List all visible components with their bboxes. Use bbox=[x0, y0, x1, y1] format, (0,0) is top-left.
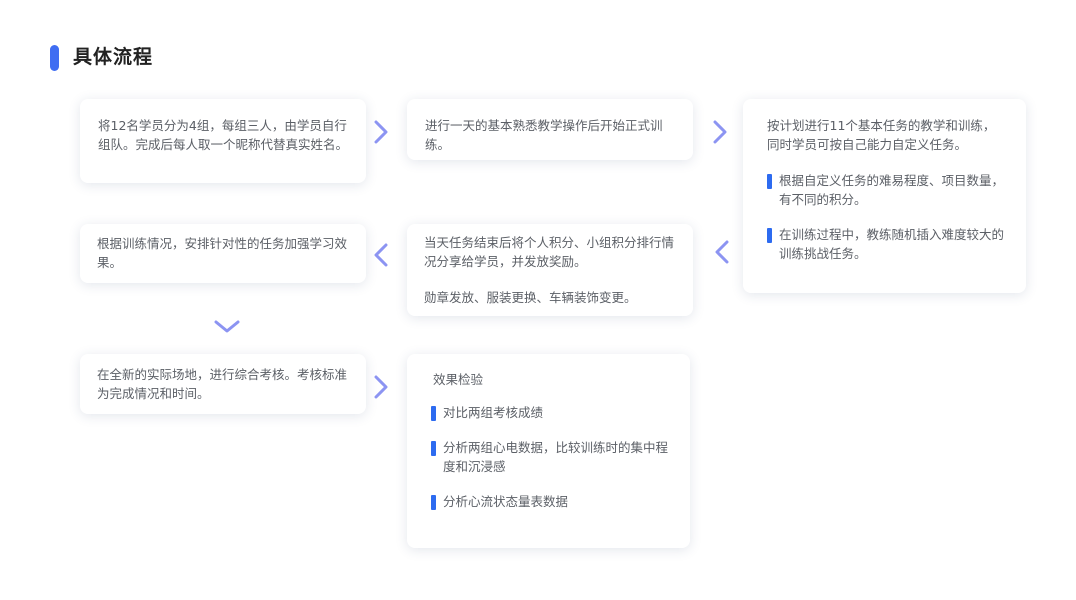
bullet-item: 对比两组考核成绩 bbox=[431, 403, 670, 422]
bullet-marker-icon bbox=[431, 406, 436, 421]
chevron-right-icon bbox=[712, 120, 728, 144]
step-card-targeted-tasks: 根据训练情况，安排针对性的任务加强学习效果。 bbox=[80, 224, 366, 283]
chevron-right-icon bbox=[373, 375, 389, 399]
page-title: 具体流程 bbox=[73, 46, 154, 68]
step-card-text: 当天任务结束后将个人积分、小组积分排行情况分享给学员，并发放奖励。 bbox=[424, 235, 675, 269]
bullet-marker-icon bbox=[767, 174, 772, 189]
step-card-training-tasks: 按计划进行11个基本任务的教学和训练，同时学员可按自己能力自定义任务。 根据自定… bbox=[743, 99, 1026, 293]
bullet-text: 分析两组心电数据，比较训练时的集中程度和沉浸感 bbox=[443, 440, 669, 474]
step-card-assessment: 在全新的实际场地，进行综合考核。考核标准为完成情况和时间。 bbox=[80, 354, 366, 414]
bullet-text: 对比两组考核成绩 bbox=[443, 405, 544, 420]
chevron-left-icon bbox=[714, 240, 730, 264]
step-card-text: 根据训练情况，安排针对性的任务加强学习效果。 bbox=[97, 236, 348, 270]
step-card-familiarization: 进行一天的基本熟悉教学操作后开始正式训练。 bbox=[407, 99, 693, 160]
step-card-text: 将12名学员分为4组，每组三人，由学员自行组队。完成后每人取一个昵称代替真实姓名… bbox=[98, 118, 349, 152]
bullet-text: 分析心流状态量表数据 bbox=[443, 494, 569, 509]
bullet-marker-icon bbox=[767, 228, 772, 243]
step-card-text: 进行一天的基本熟悉教学操作后开始正式训练。 bbox=[425, 118, 663, 152]
bullet-text: 在训练过程中，教练随机插入难度较大的训练挑战任务。 bbox=[779, 227, 1005, 261]
chevron-left-icon bbox=[373, 243, 389, 267]
bullet-marker-icon bbox=[431, 441, 436, 456]
bullet-item: 分析心流状态量表数据 bbox=[431, 492, 670, 511]
step-card-note: 勋章发放、服装更换、车辆装饰变更。 bbox=[424, 290, 637, 305]
bullet-text: 根据自定义任务的难易程度、项目数量，有不同的积分。 bbox=[779, 173, 1005, 207]
step-card-evaluation: 效果检验 对比两组考核成绩 分析两组心电数据，比较训练时的集中程度和沉浸感 分析… bbox=[407, 354, 690, 548]
bullet-item: 在训练过程中，教练随机插入难度较大的训练挑战任务。 bbox=[767, 225, 1006, 263]
step-card-grouping: 将12名学员分为4组，每组三人，由学员自行组队。完成后每人取一个昵称代替真实姓名… bbox=[80, 99, 366, 183]
bullet-item: 分析两组心电数据，比较训练时的集中程度和沉浸感 bbox=[431, 438, 670, 476]
chevron-down-icon bbox=[213, 319, 241, 335]
chevron-right-icon bbox=[373, 120, 389, 144]
bullet-item: 根据自定义任务的难易程度、项目数量，有不同的积分。 bbox=[767, 171, 1006, 209]
step-card-rewards: 当天任务结束后将个人积分、小组积分排行情况分享给学员，并发放奖励。 勋章发放、服… bbox=[407, 224, 693, 316]
step-card-intro: 按计划进行11个基本任务的教学和训练，同时学员可按自己能力自定义任务。 bbox=[767, 118, 996, 152]
step-card-text: 在全新的实际场地，进行综合考核。考核标准为完成情况和时间。 bbox=[97, 367, 348, 401]
bullet-marker-icon bbox=[431, 495, 436, 510]
title-accent-bar bbox=[50, 45, 59, 71]
evaluation-heading: 效果检验 bbox=[433, 372, 484, 387]
